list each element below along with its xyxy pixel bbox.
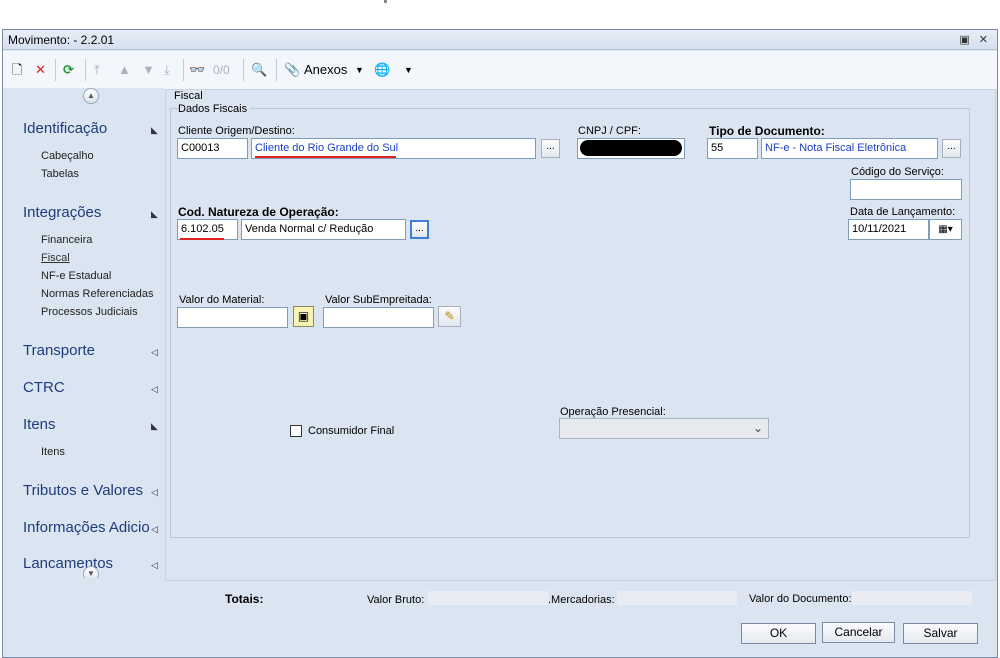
toolbar-separator: [85, 59, 86, 81]
group-title: Dados Fiscais: [178, 103, 251, 115]
valor-bruto-label: Valor Bruto:: [367, 594, 425, 606]
collapse-arrow-icon[interactable]: ◣: [151, 125, 158, 136]
calendar-dropdown-button[interactable]: ▦▾: [929, 219, 962, 240]
title-bar: Movimento: - 2.2.01 ▣ ✕: [3, 30, 997, 50]
operacao-presencial-label: Operação Presencial:: [560, 406, 666, 418]
valor-sub-input[interactable]: [323, 307, 434, 328]
mercadorias-field: [617, 591, 737, 605]
sidebar-section-integracoes[interactable]: Integrações: [23, 204, 101, 221]
globe-dropdown-icon[interactable]: ▼: [404, 61, 413, 79]
cliente-annotation-underline: [255, 156, 396, 158]
data-lancamento-input[interactable]: 10/11/2021: [848, 219, 929, 240]
sidebar-item-normas-referenciadas[interactable]: Normas Referenciadas: [41, 288, 154, 300]
operacao-presencial-select[interactable]: [559, 418, 769, 439]
mercadorias-label: .Mercadorias:: [548, 594, 615, 606]
cnpj-label: CNPJ / CPF:: [578, 125, 641, 137]
natureza-name-input[interactable]: Venda Normal c/ Redução: [241, 219, 406, 240]
sidebar-section-tributos[interactable]: Tributos e Valores: [23, 482, 143, 499]
tipo-documento-code-input[interactable]: 55: [707, 138, 758, 159]
toolbar-separator: [183, 59, 184, 81]
sidebar-item-processos-judiciais[interactable]: Processos Judiciais: [41, 306, 138, 318]
scroll-up-button[interactable]: ▲: [83, 88, 99, 104]
codigo-servico-label: Código do Serviço:: [851, 166, 944, 178]
sidebar-section-lancamentos[interactable]: Lancamentos: [23, 555, 113, 572]
scroll-down-button[interactable]: ▼: [83, 566, 99, 578]
top-artifact: [384, 0, 387, 3]
sidebar-section-itens[interactable]: Itens: [23, 416, 56, 433]
window-title: Movimento: - 2.2.01: [8, 33, 115, 47]
record-counter: 0/0: [213, 63, 230, 77]
tipo-documento-label: Tipo de Documento:: [709, 124, 825, 138]
search-magnifier-icon[interactable]: 🔍: [251, 61, 267, 79]
sidebar-item-fiscal[interactable]: Fiscal: [41, 252, 70, 264]
sidebar-item-financeira[interactable]: Financeira: [41, 234, 92, 246]
valor-sub-label: Valor SubEmpreitada:: [325, 294, 432, 306]
new-document-icon[interactable]: 🗋: [12, 61, 22, 79]
collapse-arrow-icon[interactable]: ◣: [151, 421, 158, 432]
previous-record-icon[interactable]: ▲: [118, 61, 131, 79]
expand-arrow-icon[interactable]: ◁: [151, 384, 158, 395]
window-controls[interactable]: ▣ ✕: [959, 33, 991, 46]
totais-label: Totais:: [225, 592, 264, 606]
sidebar-section-ctrc[interactable]: CTRC: [23, 379, 65, 396]
pencil-arrow-icon: ✎: [444, 309, 455, 323]
paperclip-icon[interactable]: 📎: [284, 61, 300, 79]
tipo-documento-lookup-button[interactable]: ...: [942, 139, 961, 158]
valor-documento-field: [852, 591, 972, 605]
chevron-down-icon: ⌄: [753, 421, 764, 435]
sidebar-item-cabecalho[interactable]: Cabeçalho: [41, 150, 94, 162]
natureza-label: Cod. Natureza de Operação:: [178, 205, 339, 219]
redaction-mark: [580, 140, 682, 156]
expand-arrow-icon[interactable]: ◁: [151, 524, 158, 535]
expand-arrow-icon[interactable]: ◁: [151, 487, 158, 498]
data-lancamento-label: Data de Lançamento:: [850, 206, 956, 218]
save-button[interactable]: Salvar: [903, 623, 978, 644]
refresh-icon[interactable]: ⟳: [63, 61, 74, 79]
valor-documento-label: Valor do Documento:: [749, 593, 852, 605]
cliente-label: Cliente Origem/Destino:: [178, 125, 295, 137]
calendar-icon: ▦▾: [938, 224, 953, 235]
sidebar-section-identificacao[interactable]: Identificação: [23, 120, 107, 137]
sidebar-item-itens[interactable]: Itens: [41, 446, 65, 458]
sidebar-section-informacoes[interactable]: Informações Adicio: [23, 519, 150, 536]
valor-material-input[interactable]: [177, 307, 288, 328]
toolbar: 🗋 ✕ ⟳ ⤒ ▲ ▼ ⤓ 👓 0/0 🔍 📎 Anexos ▼ 🌐 ▼: [3, 51, 997, 89]
codigo-servico-input[interactable]: [850, 179, 962, 200]
valor-material-label: Valor do Material:: [179, 294, 265, 306]
expand-arrow-icon[interactable]: ◁: [151, 347, 158, 358]
navigation-sidebar: ▲ Identificação ◣ Cabeçalho Tabelas Inte…: [3, 88, 164, 578]
natureza-code-input[interactable]: 6.102.05: [177, 219, 238, 240]
toolbar-separator: [55, 59, 56, 81]
consumidor-final-checkbox[interactable]: [290, 425, 302, 437]
expand-arrow-icon[interactable]: ◁: [151, 560, 158, 571]
anexos-dropdown-icon[interactable]: ▼: [355, 61, 364, 79]
collapse-arrow-icon[interactable]: ◣: [151, 209, 158, 220]
sidebar-item-nfe-estadual[interactable]: NF-e Estadual: [41, 270, 111, 282]
dados-fiscais-group: [170, 108, 970, 538]
valor-bruto-field: [428, 591, 548, 605]
sidebar-section-transporte[interactable]: Transporte: [23, 342, 95, 359]
globe-icon[interactable]: 🌐: [374, 61, 390, 79]
natureza-annotation-underline: [180, 238, 224, 240]
sidebar-item-tabelas[interactable]: Tabelas: [41, 168, 79, 180]
delete-icon[interactable]: ✕: [35, 61, 46, 79]
find-binoculars-icon[interactable]: 👓: [189, 61, 205, 79]
anexos-button[interactable]: Anexos: [304, 61, 347, 79]
ok-button[interactable]: OK: [741, 623, 816, 644]
last-record-icon[interactable]: ⤓: [164, 61, 170, 79]
tipo-documento-name-input[interactable]: NF-e - Nota Fiscal Eletrônica: [761, 138, 938, 159]
cliente-code-input[interactable]: C00013: [177, 138, 248, 159]
valor-sub-action-button[interactable]: ✎: [438, 306, 461, 327]
calculator-icon: ▣: [297, 309, 310, 323]
cliente-lookup-button[interactable]: ...: [541, 139, 560, 158]
panel-title: Fiscal: [174, 90, 203, 102]
consumidor-final-label: Consumidor Final: [308, 425, 395, 437]
next-record-icon[interactable]: ▼: [142, 61, 155, 79]
cancel-button[interactable]: Cancelar: [822, 622, 895, 643]
natureza-lookup-button[interactable]: ...: [410, 220, 429, 239]
first-record-icon[interactable]: ⤒: [94, 61, 100, 79]
toolbar-separator: [276, 59, 277, 81]
toolbar-separator: [243, 59, 244, 81]
valor-material-calculator-button[interactable]: ▣: [293, 306, 314, 327]
